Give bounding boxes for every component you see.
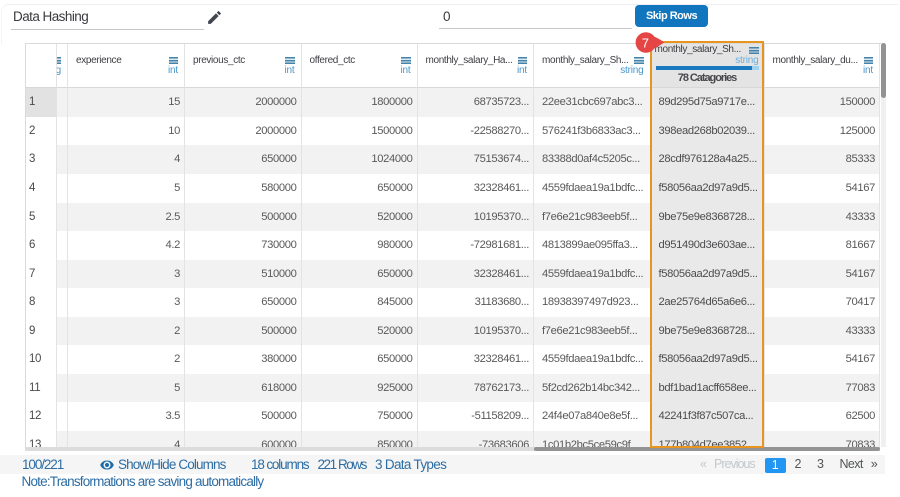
svg-text:7: 7 xyxy=(642,35,649,50)
